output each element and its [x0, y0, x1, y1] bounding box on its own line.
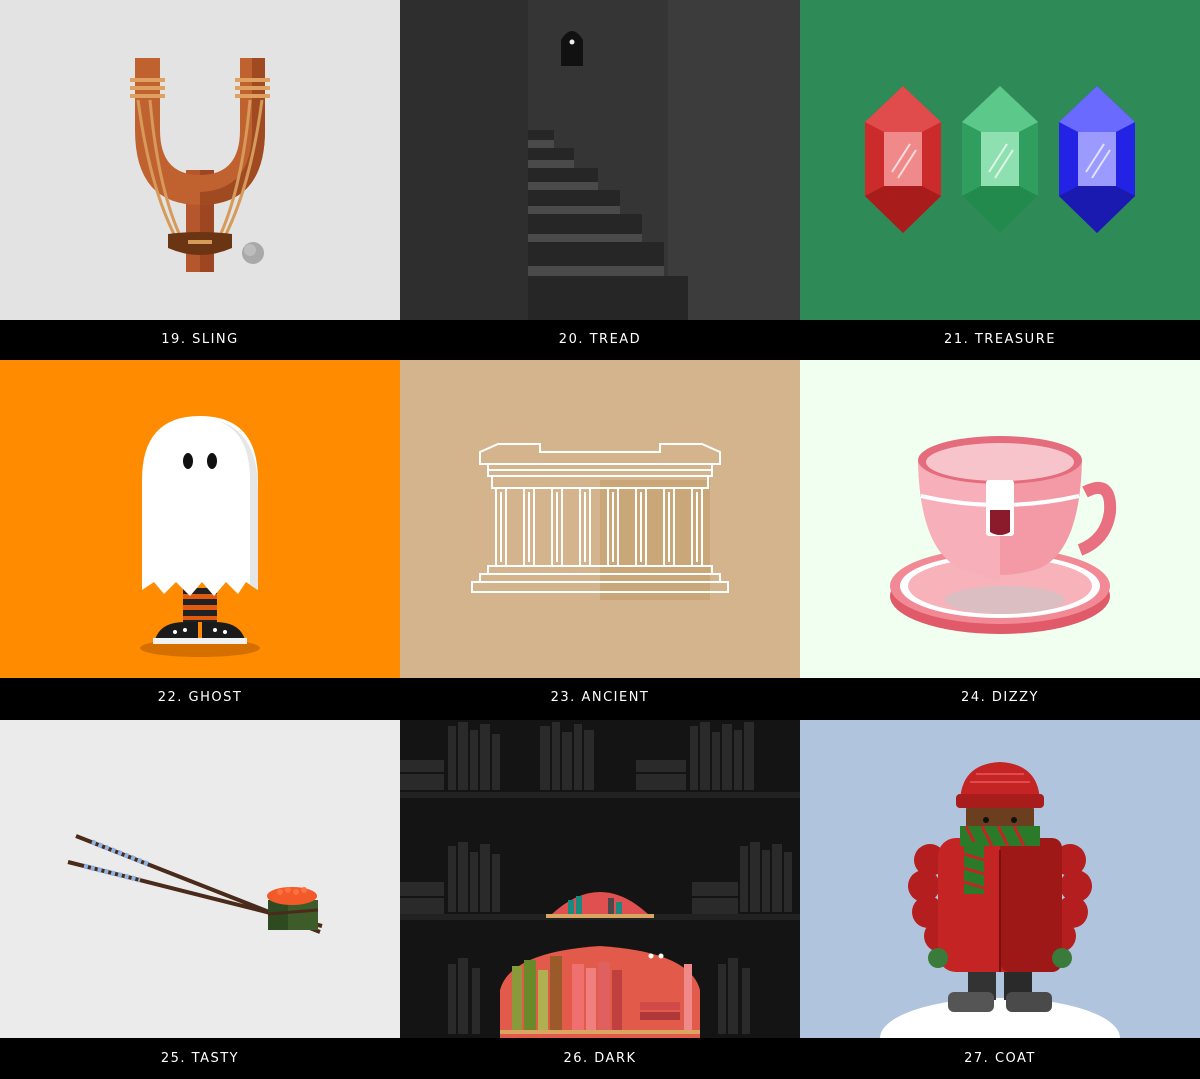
tile-dizzy: 24. DIZZY: [800, 360, 1200, 720]
tile-label: 25. TASTY: [0, 1038, 400, 1079]
tile-dark: 26. DARK: [400, 720, 800, 1079]
slingshot-icon: [0, 0, 400, 320]
tile-label: 22. GHOST: [0, 678, 400, 718]
illustration-grid: 19. SLING 20. TREAD 21. TREASURE 22. GHO…: [0, 0, 1200, 1079]
tile-treasure: 21. TREASURE: [800, 0, 1200, 360]
tile-label: 19. SLING: [0, 320, 400, 360]
ghost-icon: [0, 360, 400, 678]
tile-label: 27. COAT: [800, 1038, 1200, 1079]
bookshelf-icon: [400, 720, 800, 1038]
chopsticks-sushi-icon: [0, 720, 400, 1038]
tile-label: 24. DIZZY: [800, 678, 1200, 718]
staircase-icon: [400, 0, 800, 320]
tile-tread: 20. TREAD: [400, 0, 800, 360]
tile-tasty: 25. TASTY: [0, 720, 400, 1079]
teacup-icon: [800, 360, 1200, 678]
tile-coat: 27. COAT: [800, 720, 1200, 1079]
gems-icon: [800, 0, 1200, 320]
tile-ghost: 22. GHOST: [0, 360, 400, 720]
tile-ancient: 23. ANCIENT: [400, 360, 800, 720]
tile-label: 23. ANCIENT: [400, 678, 800, 718]
tile-label: 26. DARK: [400, 1038, 800, 1079]
tile-sling: 19. SLING: [0, 0, 400, 360]
tile-label: 20. TREAD: [400, 320, 800, 360]
parthenon-icon: [400, 360, 800, 678]
puffer-coat-person-icon: [800, 720, 1200, 1038]
tile-label: 21. TREASURE: [800, 320, 1200, 360]
